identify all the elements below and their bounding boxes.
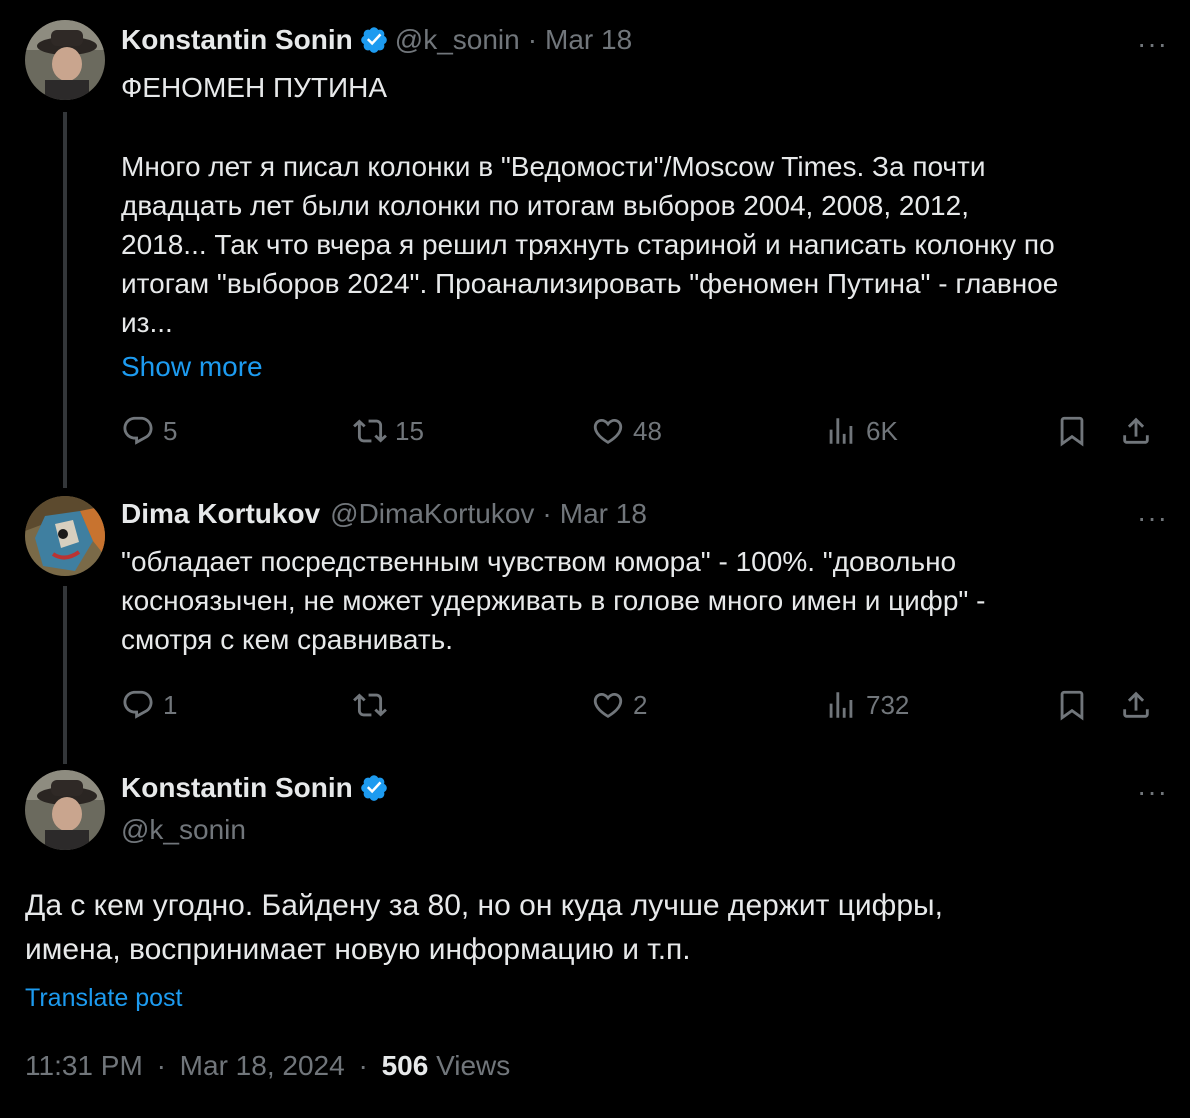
tweet-body-line: итогам "выборов 2024". Проанализировать …: [121, 268, 1059, 299]
more-icon[interactable]: ···: [1137, 776, 1168, 808]
tweet-body-line: 2018... Так что вчера я решил тряхнуть с…: [121, 229, 1055, 260]
avatar[interactable]: [25, 20, 105, 100]
tweet-body-line: косноязычен, не может удерживать в голов…: [121, 585, 986, 616]
share-button[interactable]: [1119, 414, 1161, 448]
more-icon[interactable]: ···: [1137, 28, 1168, 60]
views-button[interactable]: 732: [824, 688, 909, 722]
reply-button[interactable]: 5: [121, 414, 177, 448]
tweet-body-line: смотря с кем сравнивать.: [121, 624, 454, 655]
tweet-body-line: из...: [121, 307, 173, 338]
views-count: 6K: [866, 416, 898, 446]
separator: ·: [156, 1050, 166, 1081]
tweet-body-line: Да с кем угодно. Байдену за 80, но он ку…: [25, 889, 943, 922]
views-icon: [829, 692, 853, 718]
like-button[interactable]: 48: [591, 414, 662, 448]
verified-badge-icon: [360, 775, 387, 801]
tweet-full-date[interactable]: Mar 18, 2024: [180, 1050, 345, 1081]
tweet-title: ФЕНОМЕН ПУТИНА: [121, 72, 387, 103]
bookmark-button[interactable]: [1055, 414, 1097, 448]
author-handle[interactable]: @k_sonin: [395, 24, 520, 56]
repost-count: 15: [395, 416, 424, 446]
tweet-meta: 11:31 PM · Mar 18, 2024 · 506 Views: [25, 1050, 510, 1082]
like-count: 2: [633, 690, 648, 720]
repost-button[interactable]: [353, 688, 395, 722]
thread-line: [63, 112, 67, 488]
share-icon: [1123, 417, 1149, 444]
author-name[interactable]: Dima Kortukov: [121, 498, 320, 530]
translate-post-link[interactable]: Translate post: [25, 982, 182, 1014]
reply-count: 5: [163, 416, 178, 446]
reply-icon: [123, 690, 153, 719]
separator: ·: [527, 24, 538, 55]
tweet-body-line: имена, воспринимает новую информацию и т…: [25, 933, 691, 966]
more-icon[interactable]: ···: [1137, 502, 1168, 534]
tweet-date[interactable]: Mar 18: [560, 498, 647, 530]
views-count: 732: [866, 690, 910, 720]
author-handle[interactable]: @DimaKortukov: [330, 498, 534, 530]
like-count: 48: [633, 416, 662, 446]
bookmark-icon: [1060, 690, 1084, 721]
bookmark-icon: [1060, 416, 1084, 447]
views-button[interactable]: 6K: [824, 414, 898, 448]
like-icon: [593, 692, 623, 718]
views-count: 506: [381, 1050, 429, 1081]
thread-line: [63, 586, 67, 764]
tweet-time[interactable]: 11:31 PM: [25, 1050, 143, 1081]
reply-icon: [123, 416, 153, 445]
bookmark-button[interactable]: [1055, 688, 1097, 722]
repost-icon: [353, 419, 387, 443]
verified-badge-icon: [360, 27, 387, 53]
action-bar: 1 2 732: [121, 688, 1160, 728]
author-name[interactable]: Konstantin Sonin: [121, 24, 353, 56]
share-icon: [1123, 691, 1149, 718]
tweet-date[interactable]: Mar 18: [545, 24, 632, 56]
show-more-link[interactable]: Show more: [121, 348, 263, 387]
tweet-body-line: "обладает посредственным чувством юмора"…: [121, 546, 957, 577]
views-icon: [829, 418, 853, 444]
repost-icon: [353, 693, 387, 717]
like-icon: [593, 418, 623, 444]
reply-count: 1: [163, 690, 178, 720]
author-name[interactable]: Konstantin Sonin: [121, 772, 353, 804]
views-label: Views: [436, 1050, 511, 1081]
separator: ·: [358, 1050, 368, 1081]
author-handle[interactable]: @k_sonin: [121, 814, 246, 846]
avatar[interactable]: [25, 770, 105, 850]
share-button[interactable]: [1119, 688, 1161, 722]
reply-button[interactable]: 1: [121, 688, 177, 722]
separator: ·: [542, 498, 552, 529]
avatar[interactable]: [25, 496, 105, 576]
action-bar: 5 15 48 6K: [121, 414, 1160, 454]
like-button[interactable]: 2: [591, 688, 647, 722]
tweet-body-line: двадцать лет были колонки по итогам выбо…: [121, 190, 969, 221]
tweet-body-line: Много лет я писал колонки в "Ведомости"/…: [121, 151, 986, 182]
repost-button[interactable]: 15: [353, 414, 424, 448]
